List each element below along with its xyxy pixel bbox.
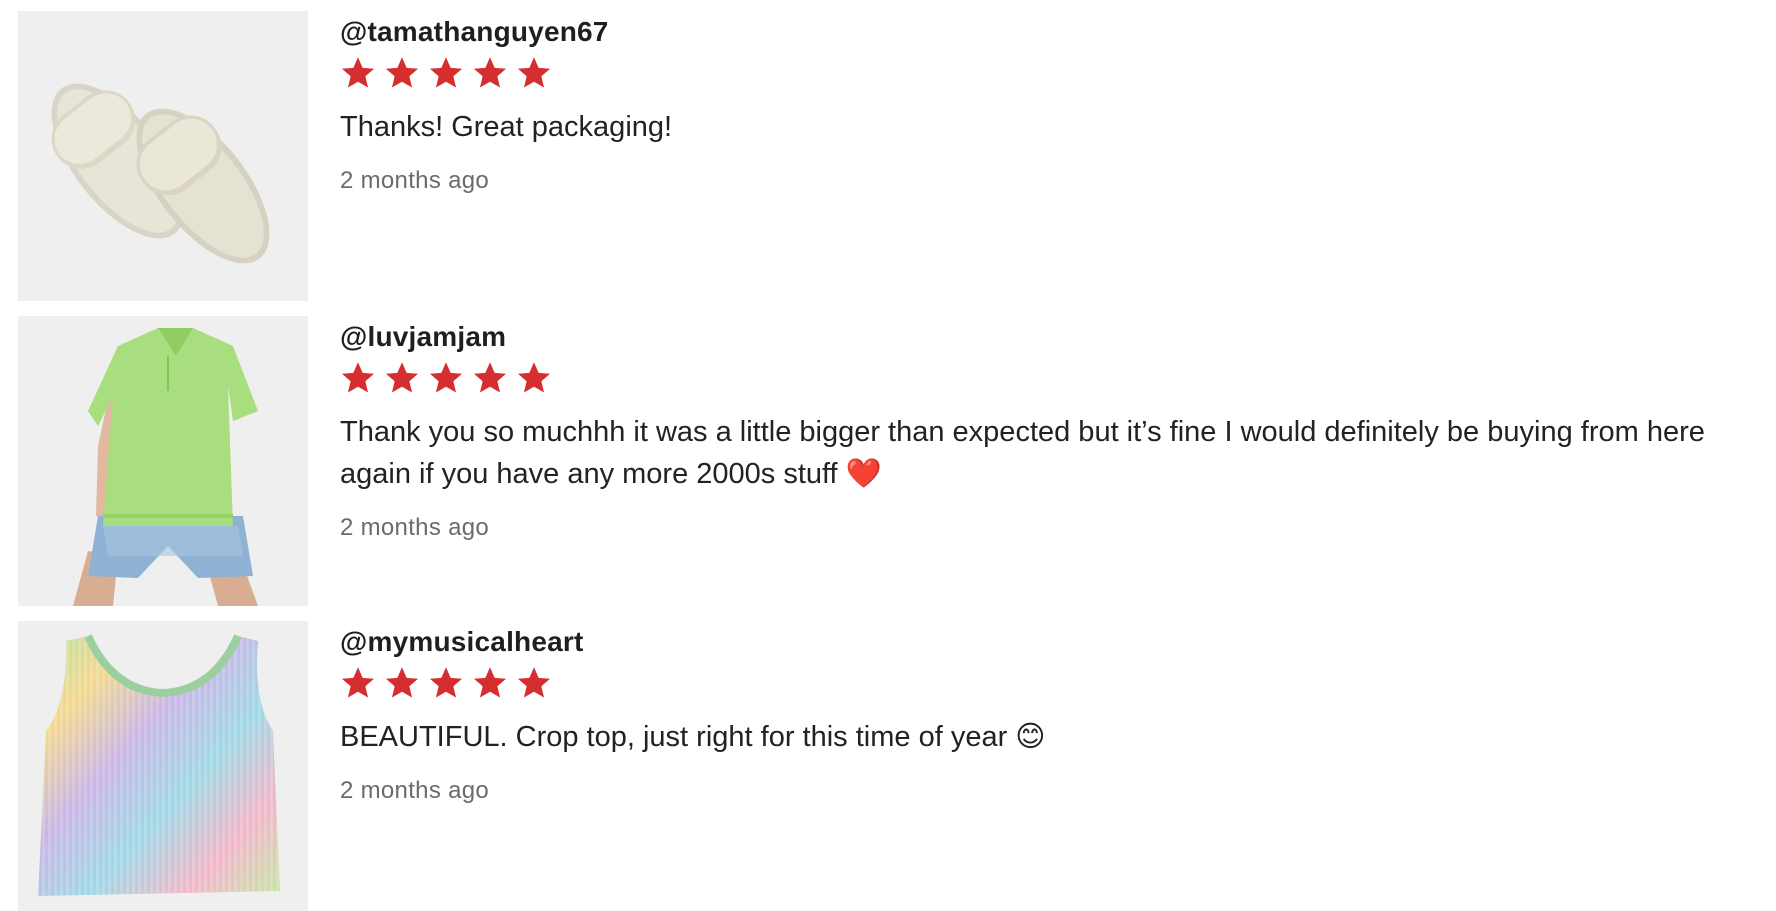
star-icon (517, 667, 551, 698)
review-photo-sandals[interactable] (18, 11, 308, 301)
review-text: Thanks! Great packaging! (340, 111, 673, 143)
star-icon (473, 57, 507, 88)
review-timestamp: 2 months ago (340, 167, 490, 194)
review-content: @luvjamjam Thank you so muchhh it was a … (340, 316, 1750, 543)
reviewer-handle[interactable]: @mymusicalheart (340, 625, 1750, 659)
star-rating (340, 54, 1750, 92)
review-photo-polo[interactable] (18, 316, 308, 606)
star-icon (385, 667, 419, 698)
star-icon (385, 362, 419, 393)
review-timestamp: 2 months ago (340, 777, 490, 804)
star-icon (341, 57, 375, 88)
review-item: @tamathanguyen67 Thanks! Great packaging… (18, 11, 1758, 301)
next-review-photo-edge (18, 898, 308, 902)
star-icon (341, 362, 375, 393)
reviewer-handle[interactable]: @tamathanguyen67 (340, 15, 1750, 49)
review-item: @luvjamjam Thank you so muchhh it was a … (18, 316, 1758, 606)
star-icon (341, 667, 375, 698)
crop-top-image-icon (18, 621, 308, 911)
polo-shirt-image-icon (18, 316, 308, 606)
star-icon (385, 57, 419, 88)
star-icon (473, 667, 507, 698)
star-icon (429, 667, 463, 698)
reviewer-handle[interactable]: @luvjamjam (340, 320, 1750, 354)
star-icon (429, 362, 463, 393)
star-icon (517, 57, 551, 88)
star-icon (429, 57, 463, 88)
review-timestamp: 2 months ago (340, 514, 490, 541)
star-icon (473, 362, 507, 393)
review-item: @mymusicalheart BEAUTIFUL. Crop top, jus… (18, 621, 1758, 911)
star-rating (340, 664, 1750, 702)
review-text: BEAUTIFUL. Crop top, just right for this… (340, 721, 1046, 753)
star-icon (517, 362, 551, 393)
star-rating (340, 359, 1750, 397)
review-text: Thank you so muchhh it was a little bigg… (340, 416, 1705, 490)
review-content: @tamathanguyen67 Thanks! Great packaging… (340, 11, 1750, 196)
review-content: @mymusicalheart BEAUTIFUL. Crop top, jus… (340, 621, 1750, 806)
review-photo-crop-top[interactable] (18, 621, 308, 911)
reviews-list: @tamathanguyen67 Thanks! Great packaging… (0, 0, 1776, 911)
sandals-image-icon (18, 11, 308, 301)
